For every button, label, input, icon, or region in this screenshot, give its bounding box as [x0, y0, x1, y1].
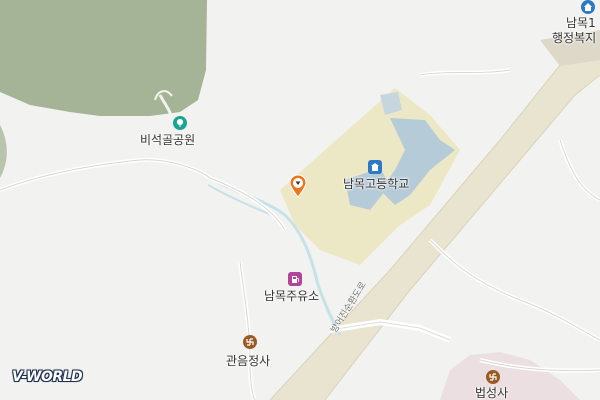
office-label-line1: 남목1 — [566, 16, 596, 30]
temple-swastika-icon[interactable] — [486, 370, 500, 384]
gas-station-label: 남목주유소 — [264, 289, 320, 303]
park-label: 비석골공원 — [140, 133, 196, 147]
map-canvas[interactable]: 비석골공원 남목고등학교 남목주유소 관음정사 법성사 남목1 행정복지 방어진… — [0, 0, 600, 400]
forest-area — [0, 0, 207, 116]
school-icon[interactable] — [368, 160, 382, 174]
government-office-icon[interactable] — [581, 0, 595, 14]
tree-icon[interactable] — [173, 116, 187, 130]
vworld-logo: V-WORLD — [12, 369, 83, 385]
temple2-label: 법성사 — [475, 386, 509, 400]
school-label: 남목고등학교 — [343, 177, 410, 191]
location-pin-icon[interactable] — [288, 174, 308, 198]
map-base-layer — [0, 0, 600, 400]
fuel-icon[interactable] — [288, 272, 302, 286]
office-label-line2: 행정복지 — [552, 31, 597, 45]
temple-swastika-icon[interactable] — [243, 335, 257, 349]
temple1-label: 관음정사 — [226, 354, 271, 368]
